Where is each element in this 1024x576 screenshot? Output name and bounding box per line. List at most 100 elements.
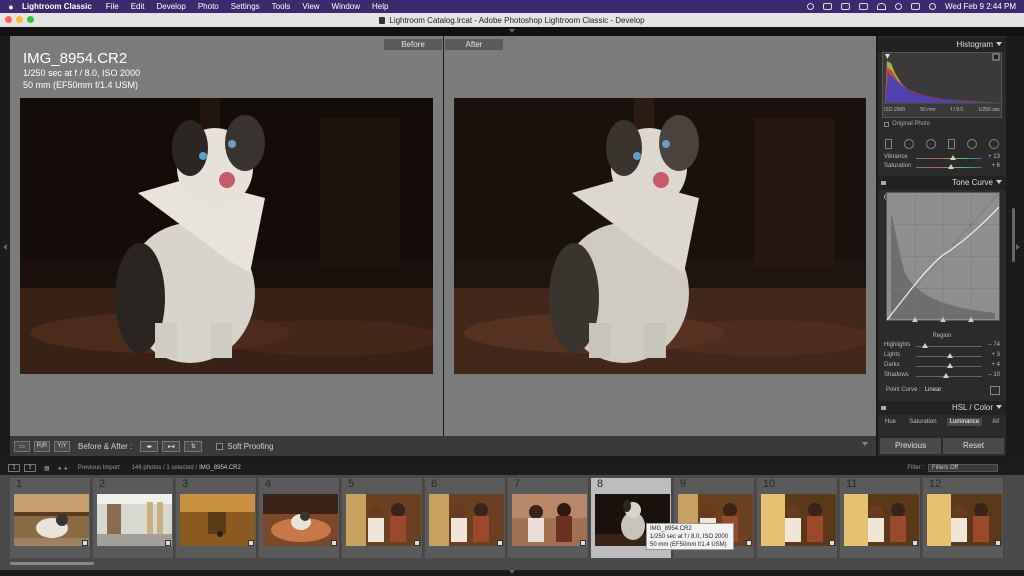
menu-develop[interactable]: Develop [156,2,185,11]
filmstrip-thumbnail[interactable] [14,494,89,546]
filmstrip-thumbnail[interactable] [927,494,1002,546]
saturation-slider[interactable]: Saturation + 6 [884,163,1002,172]
filmstrip-cell[interactable]: 2 [93,478,174,558]
highlights-slider[interactable]: Highlights – 74 [884,342,1002,351]
filmstrip-cell[interactable]: 11 [840,478,921,558]
tab-luminance[interactable]: Luminance [946,418,983,426]
right-panel-scrollbar[interactable] [1007,36,1024,461]
copy-before-to-after-button[interactable]: ◂▸ [140,440,159,452]
radial-filter-icon[interactable] [967,139,977,149]
menu-photo[interactable]: Photo [198,2,219,11]
left-panel-toggle[interactable] [0,36,10,461]
vibrance-slider[interactable]: Vibrance + 13 [884,154,1002,163]
minimize-window-button[interactable] [16,16,23,23]
split-handle-3[interactable] [968,317,974,322]
filmstrip-cell[interactable]: 4 [259,478,340,558]
tab-all[interactable]: All [989,418,1002,426]
record-icon[interactable] [807,3,814,10]
lights-slider[interactable]: Lights + 3 [884,352,1002,361]
filmstrip-cell[interactable]: 6 [425,478,506,558]
shadows-track[interactable] [916,376,982,377]
collapse-histogram-icon[interactable] [996,42,1002,46]
filter-select[interactable]: Filters Off [928,464,998,472]
hsl-switch-icon[interactable] [881,406,886,410]
previous-button[interactable]: Previous [880,438,941,454]
edit-point-curve-icon[interactable] [990,386,1000,395]
menu-file[interactable]: File [106,2,119,11]
darks-value[interactable]: + 4 [991,362,1000,368]
display-icon[interactable] [841,3,850,10]
before-after-lr-button[interactable]: R|R [34,440,50,452]
after-pane[interactable]: After [444,36,876,436]
cloud-icon[interactable] [823,3,832,10]
filmstrip-cell[interactable]: 1 [10,478,91,558]
menu-tools[interactable]: Tools [272,2,291,11]
control-center-icon[interactable] [911,3,920,10]
tone-curve-switch-icon[interactable] [881,181,886,185]
crop-tool-icon[interactable] [885,139,892,149]
highlights-knob[interactable] [921,343,928,348]
wifi-icon[interactable] [877,3,886,10]
scrollbar-thumb[interactable] [1012,208,1015,262]
red-eye-icon[interactable] [926,139,936,149]
before-pane[interactable]: Before IMG_8954.CR2 1/250 sec at f / 8.0… [10,36,443,436]
curve-split-handles[interactable] [886,317,1000,323]
menu-settings[interactable]: Settings [231,2,260,11]
lights-value[interactable]: + 3 [991,352,1000,358]
forward-arrow-icon[interactable]: ▸ [65,465,68,472]
collapse-filmstrip-icon[interactable] [509,570,515,574]
filmstrip-thumbnail[interactable] [180,494,255,546]
back-arrow-icon[interactable]: ◂ [58,465,61,472]
battery-icon[interactable] [859,3,868,10]
main-window-button[interactable]: 1 [8,464,20,472]
tab-hue[interactable]: Hue [882,418,899,426]
spot-removal-icon[interactable] [904,139,914,149]
filmstrip-thumbnail[interactable] [97,494,172,546]
shadows-value[interactable]: – 10 [988,372,1000,378]
filmstrip-cell[interactable]: 3 [176,478,257,558]
secondary-window-button[interactable]: 2 [24,464,36,472]
tab-saturation[interactable]: Saturation [906,418,939,426]
filmstrip-thumbnail[interactable] [844,494,919,546]
expand-left-icon[interactable] [3,244,7,250]
zoom-window-button[interactable] [27,16,34,23]
collapse-hsl-icon[interactable] [996,405,1002,409]
saturation-knob[interactable] [947,164,954,169]
filmstrip-cell[interactable]: 10 [757,478,838,558]
siri-icon[interactable] [929,3,936,10]
filmstrip-cell[interactable]: 5 [342,478,423,558]
filmstrip-thumbnail[interactable] [263,494,338,546]
menubar-clock[interactable]: Wed Feb 9 2:44 PM [945,2,1016,11]
top-panel-toggle[interactable] [0,27,1024,36]
close-window-button[interactable] [5,16,12,23]
loupe-view-button[interactable]: ▭ [14,440,30,452]
source-label[interactable]: Previous Import [78,465,120,471]
soft-proofing-checkbox[interactable] [216,442,224,450]
hsl-header[interactable]: HSL / Color [878,401,1006,415]
search-icon[interactable] [895,3,902,10]
swap-before-after-button[interactable]: ⇅ [184,440,203,452]
toolbar-menu-icon[interactable] [862,442,868,446]
original-photo-checkbox[interactable] [884,121,889,127]
filmstrip-thumbnail[interactable] [346,494,421,546]
darks-knob[interactable] [947,363,954,368]
menu-help[interactable]: Help [372,2,388,11]
shadows-slider[interactable]: Shadows – 10 [884,372,1002,381]
darks-slider[interactable]: Darks + 4 [884,362,1002,371]
grid-view-icon[interactable]: ▦ [44,465,50,472]
vibrance-value[interactable]: + 13 [988,154,1000,160]
vibrance-knob[interactable] [949,155,956,160]
filmstrip-cell[interactable]: 12 [923,478,1004,558]
filmstrip-scrollbar[interactable] [10,562,94,565]
split-handle-2[interactable] [940,317,946,322]
reset-button[interactable]: Reset [943,438,1004,454]
saturation-value[interactable]: + 6 [991,163,1000,169]
filmstrip-cell[interactable]: 7 [508,478,589,558]
filmstrip-thumbnail[interactable] [429,494,504,546]
current-file[interactable]: IMG_8954.CR2 [199,465,241,471]
split-handle-1[interactable] [912,317,918,322]
histogram-header[interactable]: Histogram [878,38,1006,52]
before-photo[interactable] [20,98,433,374]
collapse-tone-curve-icon[interactable] [996,180,1002,184]
lights-knob[interactable] [947,353,954,358]
